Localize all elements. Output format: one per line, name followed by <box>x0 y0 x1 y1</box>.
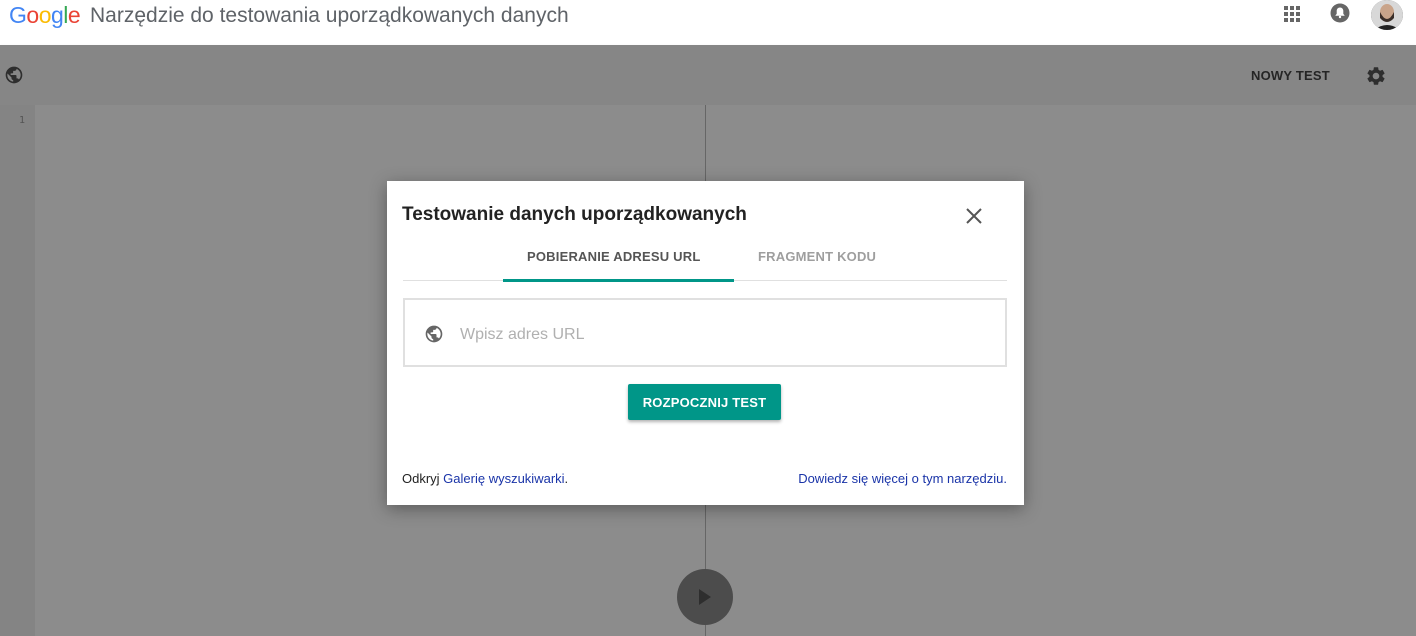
google-logo[interactable]: Google <box>9 2 81 29</box>
footer-discover: Odkryj Galerię wyszukiwarki. <box>402 471 568 486</box>
logo-letter: e <box>67 2 81 28</box>
logo-letter: o <box>26 2 39 28</box>
url-input[interactable] <box>460 325 980 345</box>
dialog-title: Testowanie danych uporządkowanych <box>402 204 747 225</box>
logo-letter: o <box>38 2 52 28</box>
close-icon[interactable] <box>965 207 983 225</box>
active-tab-indicator <box>503 279 734 282</box>
footer-prefix: Odkryj <box>402 471 444 486</box>
tab-url-fetch[interactable]: POBIERANIE ADRESU URL <box>527 249 700 264</box>
bell-icon[interactable] <box>1330 3 1350 23</box>
gallery-link[interactable]: Galerię wyszukiwarki <box>443 471 564 486</box>
logo-letter: G <box>9 2 27 28</box>
dialog-tabs: POBIERANIE ADRESU URL FRAGMENT KODU <box>403 233 1007 282</box>
avatar[interactable] <box>1371 0 1403 30</box>
footer-suffix: . <box>564 471 569 486</box>
test-dialog: Testowanie danych uporządkowanych POBIER… <box>387 181 1024 505</box>
page-title: Narzędzie do testowania uporządkowanych … <box>90 4 569 27</box>
avatar-image <box>1371 0 1403 30</box>
globe-icon <box>425 325 443 343</box>
apps-icon[interactable] <box>1283 5 1301 23</box>
url-field[interactable] <box>403 298 1007 367</box>
tab-code-snippet[interactable]: FRAGMENT KODU <box>758 249 876 264</box>
learn-more-link[interactable]: Dowiedz się więcej o tym narzędziu. <box>798 471 1007 486</box>
logo-letter: g <box>50 2 64 28</box>
top-bar: Google Narzędzie do testowania uporządko… <box>0 0 1416 45</box>
start-test-button[interactable]: ROZPOCZNIJ TEST <box>628 384 781 420</box>
